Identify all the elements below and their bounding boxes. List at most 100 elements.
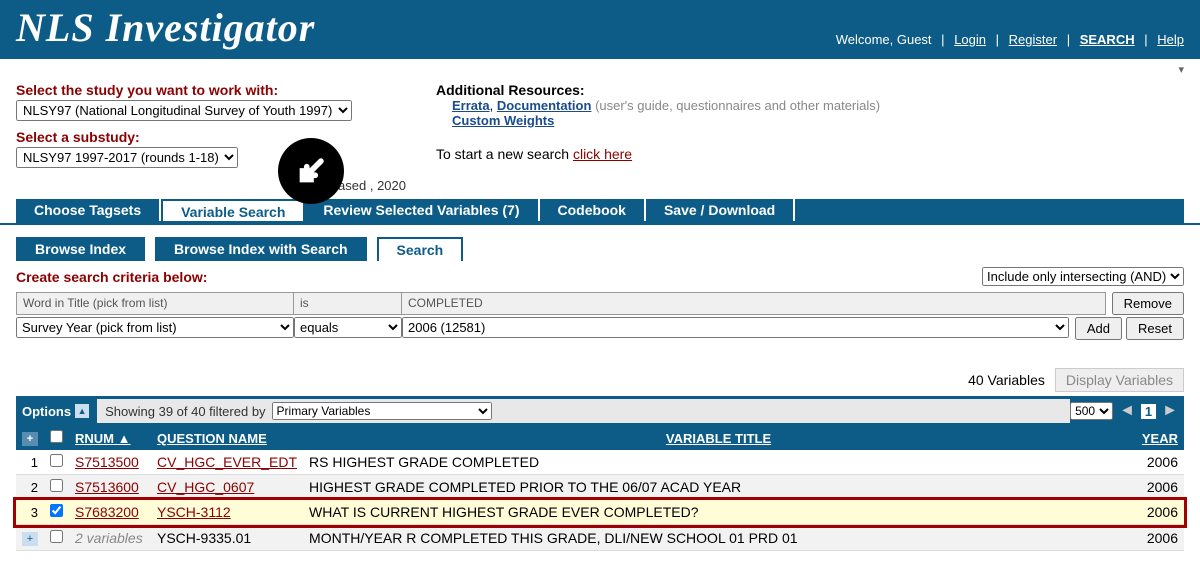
login-link[interactable]: Login	[954, 32, 986, 47]
row-checkbox[interactable]	[50, 479, 63, 492]
remove-button[interactable]: Remove	[1112, 292, 1184, 315]
row-year: 2006	[1134, 500, 1184, 525]
rnum-link[interactable]: S7513600	[75, 479, 139, 495]
next-page-icon[interactable]: ►	[1162, 402, 1178, 420]
expand-all-header: +	[16, 426, 44, 450]
rnum-header[interactable]: RNUM ▲	[69, 426, 151, 450]
checkbox-all-header	[44, 426, 69, 450]
callout-arrow-icon	[278, 138, 344, 204]
main-tabs: Choose Tagsets Variable Search Review Se…	[16, 199, 1184, 223]
qname-header[interactable]: QUESTION NAME	[151, 426, 303, 450]
criteria-row-1: Word in Title (pick from list) is COMPLE…	[16, 292, 1184, 315]
rnum-link[interactable]: S7683200	[75, 504, 139, 520]
row-rnum: 2 variables	[69, 525, 151, 551]
search-label: Create search criteria below:	[16, 269, 207, 285]
row-checkbox[interactable]	[50, 454, 63, 467]
newsearch-prefix: To start a new search	[436, 146, 573, 162]
row-title: HIGHEST GRADE COMPLETED PRIOR TO THE 06/…	[303, 475, 1134, 500]
search-mode-select[interactable]: Include only intersecting (AND)	[982, 267, 1184, 286]
app-header: NLS Investigator Welcome, Guest | Login …	[0, 0, 1200, 59]
row-index: 3	[16, 500, 44, 525]
rnum-link[interactable]: S7513500	[75, 454, 139, 470]
substudy-select[interactable]: NLSY97 1997-2017 (rounds 1-18)	[16, 147, 238, 168]
search-area: Create search criteria below: Include on…	[16, 267, 1184, 340]
results-meta: 40 Variables Display Variables	[16, 368, 1184, 392]
row-qname: CV_HGC_0607	[151, 475, 303, 500]
vtitle-header[interactable]: VARIABLE TITLE	[303, 426, 1134, 450]
config-row: Select the study you want to work with: …	[0, 78, 1200, 193]
study-select[interactable]: NLSY97 (National Longitudinal Survey of …	[16, 100, 352, 121]
row-title: MONTH/YEAR R COMPLETED THIS GRADE, DLI/N…	[303, 525, 1134, 551]
tab-save[interactable]: Save / Download	[646, 199, 795, 221]
collapse-icon[interactable]: ▾	[1178, 64, 1184, 76]
tab-variable-search[interactable]: Variable Search	[161, 199, 305, 221]
select-all-checkbox[interactable]	[50, 430, 63, 443]
help-link[interactable]: Help	[1157, 32, 1184, 47]
criteria-value-select[interactable]: 2006 (12581)	[402, 317, 1069, 338]
row-rnum: S7513500	[69, 450, 151, 475]
row-qname: YSCH-3112	[151, 500, 303, 525]
criteria-value-1: COMPLETED	[402, 292, 1106, 315]
doc-hint: (user's guide, questionnaires and other …	[595, 98, 880, 113]
table-row: 3 S7683200 YSCH-3112 WHAT IS CURRENT HIGHES…	[16, 500, 1184, 525]
tab-choose-tagsets[interactable]: Choose Tagsets	[16, 199, 161, 221]
study-label: Select the study you want to work with:	[16, 82, 436, 98]
qname-link[interactable]: CV_HGC_EVER_EDT	[157, 454, 297, 470]
tab-search[interactable]: Search	[377, 237, 464, 261]
table-row: 1S7513500CV_HGC_EVER_EDTRS HIGHEST GRADE…	[16, 450, 1184, 475]
results-count: 40 Variables	[968, 372, 1045, 388]
table-toolbar: Options ▲ Showing 39 of 40 filtered by P…	[16, 396, 1184, 426]
table-row: 2S7513600CV_HGC_0607HIGHEST GRADE COMPLE…	[16, 475, 1184, 500]
caret-up-icon: ▲	[75, 404, 89, 418]
header-links: Welcome, Guest | Login | Register | SEAR…	[836, 32, 1184, 51]
showing-bar: Showing 39 of 40 filtered by Primary Var…	[97, 399, 1070, 423]
tab-codebook[interactable]: Codebook	[540, 199, 646, 221]
criteria-row-2: Survey Year (pick from list) equals 2006…	[16, 317, 1184, 340]
row-qname: YSCH-9335.01	[151, 525, 303, 551]
row-qname: CV_HGC_EVER_EDT	[151, 450, 303, 475]
table-row: +2 variablesYSCH-9335.01MONTH/YEAR R COM…	[16, 525, 1184, 551]
tab-browse-index[interactable]: Browse Index	[16, 237, 145, 261]
documentation-link[interactable]: Documentation	[497, 98, 592, 113]
results-table-wrap: Options ▲ Showing 39 of 40 filtered by P…	[16, 396, 1184, 551]
row-title: RS HIGHEST GRADE COMPLETED	[303, 450, 1134, 475]
row-rnum: S7513600	[69, 475, 151, 500]
tab-browse-search[interactable]: Browse Index with Search	[155, 237, 367, 261]
options-toggle[interactable]: Options ▲	[22, 404, 89, 419]
released-text: Released , 2020	[16, 178, 406, 193]
year-header[interactable]: YEAR	[1134, 426, 1184, 450]
row-rnum: S7683200	[69, 500, 151, 525]
newsearch-link[interactable]: click here	[573, 146, 632, 162]
expand-row-icon[interactable]: +	[22, 532, 38, 546]
filter-select[interactable]: Primary Variables	[272, 402, 492, 420]
row-checkbox[interactable]	[50, 530, 63, 543]
sub-tabs: Browse Index Browse Index with Search Se…	[16, 237, 1184, 261]
results-table: + RNUM ▲ QUESTION NAME VARIABLE TITLE YE…	[16, 426, 1184, 551]
criteria-op-select[interactable]: equals	[294, 317, 402, 338]
display-variables-button: Display Variables	[1055, 368, 1184, 392]
row-year: 2006	[1134, 525, 1184, 551]
row-checkbox[interactable]	[50, 504, 63, 517]
criteria-field-select[interactable]: Survey Year (pick from list)	[16, 317, 294, 338]
search-link[interactable]: SEARCH	[1080, 32, 1135, 47]
register-link[interactable]: Register	[1009, 32, 1057, 47]
welcome-text: Welcome, Guest	[836, 32, 932, 47]
showing-text: Showing 39 of 40 filtered by	[105, 404, 265, 419]
qname-link[interactable]: YSCH-3112	[157, 504, 231, 520]
plus-icon[interactable]: +	[22, 432, 38, 446]
page-number: 1	[1141, 404, 1156, 419]
custom-weights-link[interactable]: Custom Weights	[452, 113, 554, 128]
pagesize-select[interactable]: 500	[1070, 402, 1113, 420]
row-title: WHAT IS CURRENT HIGHEST GRADE EVER COMPL…	[303, 500, 1134, 525]
criteria-op-1: is	[294, 292, 402, 315]
app-title: NLS Investigator	[16, 4, 315, 51]
errata-link[interactable]: Errata	[452, 98, 490, 113]
resources-label: Additional Resources:	[436, 82, 1184, 98]
row-year: 2006	[1134, 450, 1184, 475]
qname-link[interactable]: CV_HGC_0607	[157, 479, 254, 495]
prev-page-icon[interactable]: ◄	[1119, 402, 1135, 420]
reset-button[interactable]: Reset	[1126, 317, 1184, 340]
row-year: 2006	[1134, 475, 1184, 500]
tab-review[interactable]: Review Selected Variables (7)	[305, 199, 539, 221]
add-button[interactable]: Add	[1075, 317, 1122, 340]
